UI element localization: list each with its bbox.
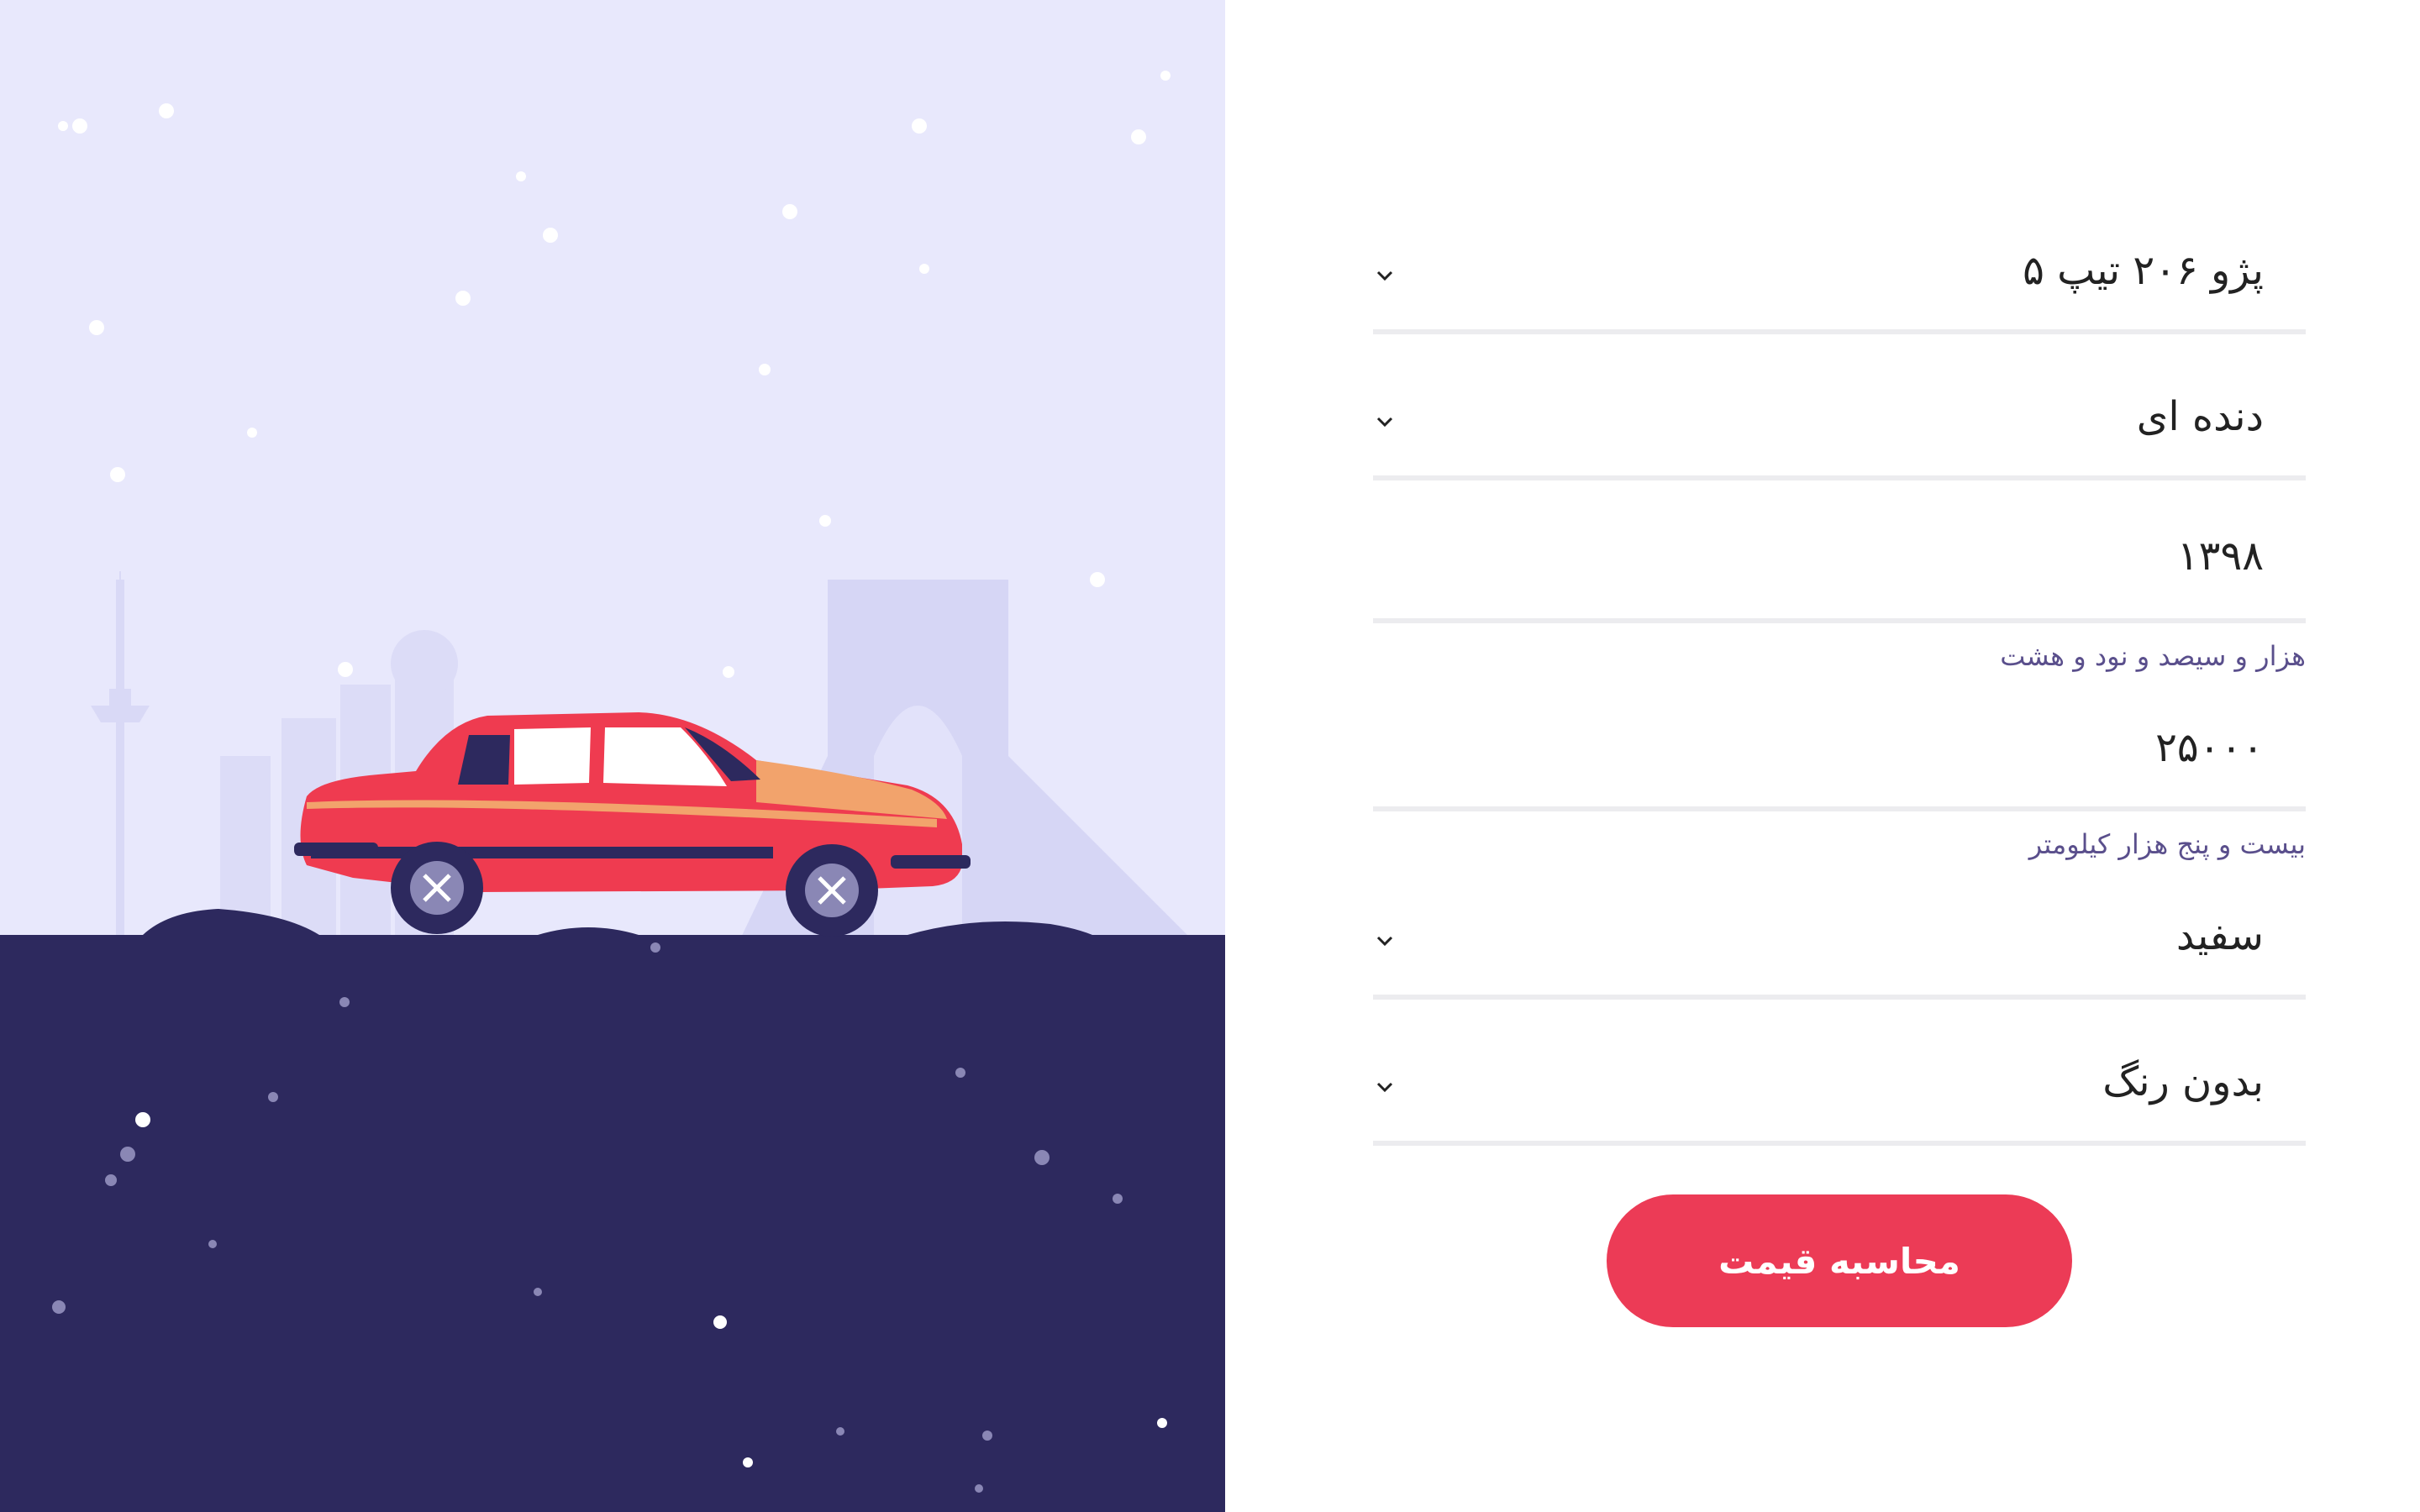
winter-car-scene (0, 0, 1225, 1512)
year-input[interactable]: ۱۳۹۸ (1373, 519, 2306, 623)
color-select-value: سفید (2175, 912, 2264, 959)
mileage-input[interactable]: ۲۵۰۰۰ (1373, 704, 2306, 811)
chevron-down-icon (1376, 1082, 1393, 1093)
year-hint: هزار و سیصد و نود و هشت (2000, 640, 2306, 672)
mileage-hint: بیست و پنج هزار کیلومتر (2028, 828, 2306, 860)
paint-select[interactable]: بدون رنگ (1373, 1038, 2306, 1146)
year-input-value: ۱۳۹۸ (2176, 533, 2264, 580)
price-form: پژو ۲۰۶ تیپ ۵ دنده ای ۱۳۹۸ هزار و سیصد و… (1225, 0, 2420, 1512)
chevron-down-icon (1376, 270, 1393, 281)
gearbox-select-value: دنده ای (2136, 393, 2264, 440)
model-select[interactable]: پژو ۲۰۶ تیپ ۵ (1373, 227, 2306, 334)
ground (0, 909, 1225, 1512)
calculate-price-button[interactable]: محاسبه قیمت (1607, 1194, 2072, 1327)
chevron-down-icon (1376, 417, 1393, 428)
chevron-down-icon (1376, 936, 1393, 947)
paint-select-value: بدون رنگ (2102, 1058, 2264, 1105)
mileage-input-value: ۲۵۰۰۰ (2155, 724, 2264, 771)
color-select[interactable]: سفید (1373, 892, 2306, 1000)
hero-illustration (0, 0, 1225, 1512)
model-select-value: پژو ۲۰۶ تیپ ۵ (2023, 247, 2264, 294)
gearbox-select[interactable]: دنده ای (1373, 373, 2306, 480)
